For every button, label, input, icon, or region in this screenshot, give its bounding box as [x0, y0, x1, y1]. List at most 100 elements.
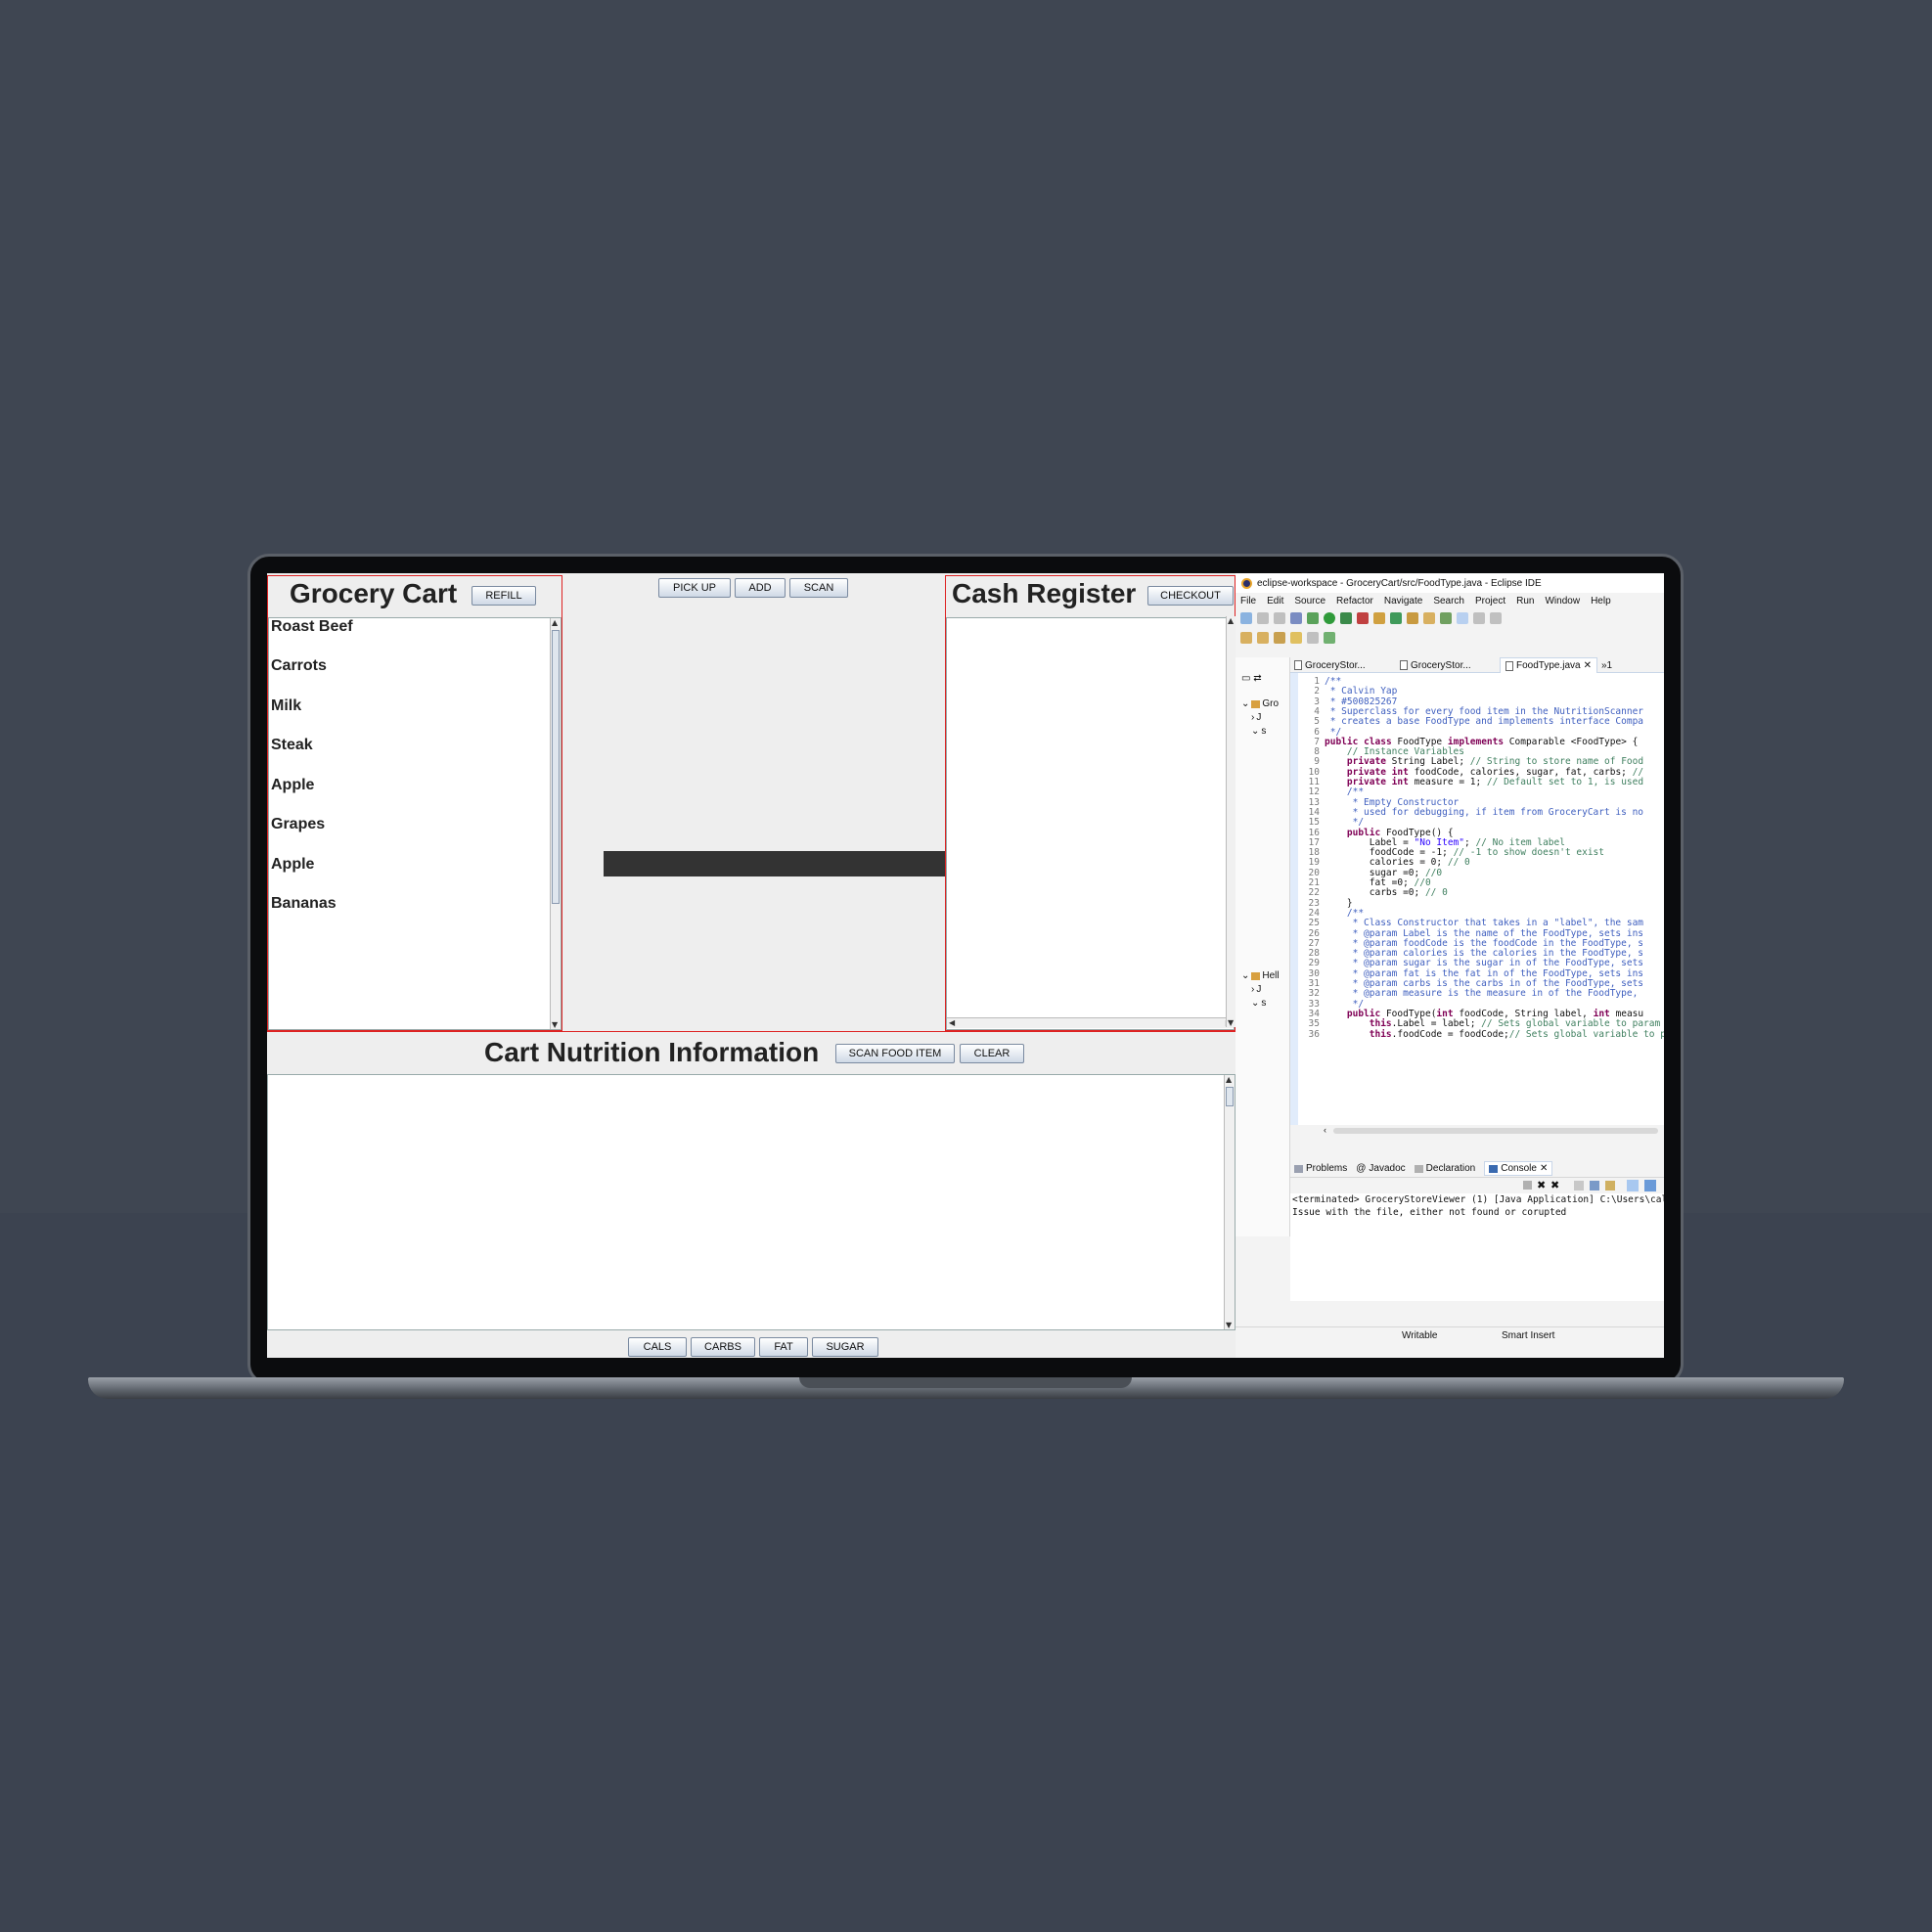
tree-item[interactable]: ⌄ s — [1251, 998, 1266, 1009]
scroll-up-icon[interactable]: ▲ — [1228, 616, 1234, 625]
scrollbar-thumb[interactable] — [552, 630, 560, 904]
clear-console-icon[interactable] — [1574, 1181, 1584, 1191]
scroll-lock-icon[interactable] — [1590, 1181, 1599, 1191]
menu-project[interactable]: Project — [1475, 596, 1505, 607]
tree-item[interactable]: ⌄ s — [1251, 726, 1266, 737]
last-edit-icon[interactable] — [1274, 632, 1285, 644]
scan-food-item-button[interactable]: SCAN FOOD ITEM — [835, 1044, 955, 1063]
editor-hscrollbar[interactable]: ‹ — [1290, 1125, 1664, 1137]
menu-navigate[interactable]: Navigate — [1384, 596, 1422, 607]
previous-annotation-icon[interactable] — [1257, 632, 1269, 644]
menu-file[interactable]: File — [1240, 596, 1256, 607]
tab-grocerystore-1[interactable]: GroceryStor... — [1294, 657, 1366, 673]
remove-launch-icon[interactable]: ✖ — [1537, 1179, 1546, 1191]
console-output[interactable]: <terminated> GroceryStoreViewer (1) [Jav… — [1290, 1193, 1664, 1301]
tree-item[interactable]: › J — [1251, 712, 1261, 723]
insert-mode-status: Smart Insert — [1502, 1330, 1555, 1341]
clear-button[interactable]: CLEAR — [960, 1044, 1024, 1063]
code-editor[interactable]: 1/** 2 * Calvin Yap 3 * #500825267 4 * Supe… — [1290, 673, 1664, 1125]
debug-icon[interactable] — [1307, 612, 1319, 624]
skip-breakpoints-icon[interactable] — [1290, 612, 1302, 624]
list-item[interactable]: Bananas — [271, 895, 337, 913]
search-icon[interactable] — [1423, 612, 1435, 624]
new-class-icon[interactable] — [1390, 612, 1402, 624]
tree-item[interactable]: ⌄ Gro — [1241, 698, 1279, 709]
tab-console[interactable]: Console ✕ — [1484, 1161, 1553, 1176]
scroll-up-icon[interactable]: ▲ — [1226, 1075, 1232, 1084]
coverage-icon[interactable] — [1340, 612, 1352, 624]
scan-button[interactable]: SCAN — [789, 578, 848, 598]
remove-all-icon[interactable]: ✖ — [1550, 1179, 1559, 1191]
terminate-icon[interactable] — [1523, 1181, 1532, 1190]
show-whitespace-icon[interactable] — [1490, 612, 1502, 624]
new-file-icon[interactable] — [1240, 612, 1252, 624]
fat-button[interactable]: FAT — [759, 1337, 808, 1357]
menu-help[interactable]: Help — [1591, 596, 1611, 607]
carbs-button[interactable]: CARBS — [691, 1337, 755, 1357]
sugar-button[interactable]: SUGAR — [812, 1337, 878, 1357]
tree-item[interactable]: ⌄ Hell — [1241, 970, 1280, 981]
close-icon[interactable]: ✕ — [1540, 1163, 1548, 1174]
scrollbar-thumb[interactable] — [1226, 1087, 1234, 1106]
list-item[interactable]: Milk — [271, 697, 301, 715]
annotation-icon[interactable] — [1440, 612, 1452, 624]
nutrition-scrollbar[interactable]: ▲ ▼ — [1224, 1075, 1235, 1329]
collapse-all-icon[interactable]: ▭ ⇄ — [1241, 673, 1262, 684]
list-item[interactable]: Roast Beef — [271, 618, 353, 636]
tab-foodtype[interactable]: FoodType.java ✕ — [1500, 657, 1597, 673]
cart-list-scrollbar[interactable]: ▲ ▼ — [550, 618, 561, 1029]
external-tools-icon[interactable] — [1357, 612, 1369, 624]
pick-up-button[interactable]: PICK UP — [658, 578, 731, 598]
menu-window[interactable]: Window — [1545, 596, 1580, 607]
tab-javadoc[interactable]: @ Javadoc — [1356, 1163, 1405, 1174]
nutrition-text-area[interactable]: ▲ ▼ — [267, 1074, 1236, 1330]
next-annotation-icon[interactable] — [1240, 632, 1252, 644]
run-icon[interactable] — [1324, 612, 1335, 624]
cals-button[interactable]: CALS — [628, 1337, 687, 1357]
tab-declaration[interactable]: Declaration — [1414, 1163, 1476, 1174]
open-perspective-icon[interactable] — [1324, 632, 1335, 644]
block-select-icon[interactable] — [1473, 612, 1485, 624]
tree-item-label: s — [1261, 998, 1267, 1009]
status-bar: Writable Smart Insert — [1236, 1326, 1664, 1346]
tab-label: GroceryStor... — [1411, 659, 1471, 671]
menu-edit[interactable]: Edit — [1267, 596, 1283, 607]
register-hscrollbar[interactable]: ◀ ▶ — [947, 1017, 1234, 1028]
tab-problems[interactable]: Problems — [1294, 1163, 1347, 1174]
tab-label: Declaration — [1425, 1163, 1476, 1174]
tree-item[interactable]: › J — [1251, 984, 1261, 995]
save-icon[interactable] — [1257, 612, 1269, 624]
tab-overflow[interactable]: »1 — [1601, 657, 1612, 673]
menu-search[interactable]: Search — [1433, 596, 1464, 607]
close-icon[interactable]: ✕ — [1584, 660, 1592, 671]
menu-refactor[interactable]: Refactor — [1336, 596, 1373, 607]
save-all-icon[interactable] — [1274, 612, 1285, 624]
highlight-icon[interactable] — [1457, 612, 1468, 624]
tab-grocerystore-2[interactable]: GroceryStor... — [1400, 657, 1471, 673]
list-item[interactable]: Steak — [271, 737, 313, 754]
new-package-icon[interactable] — [1373, 612, 1385, 624]
list-item[interactable]: Carrots — [271, 657, 327, 675]
editor-tabs: GroceryStor... GroceryStor... FoodType.j… — [1290, 657, 1664, 673]
checkout-button[interactable]: CHECKOUT — [1147, 586, 1234, 606]
scrollbar-thumb[interactable] — [1333, 1128, 1658, 1134]
scroll-left-icon[interactable]: ◀ — [949, 1018, 955, 1027]
scroll-down-icon[interactable]: ▼ — [1228, 1018, 1234, 1027]
scroll-left-icon[interactable]: ‹ — [1324, 1125, 1326, 1135]
list-item[interactable]: Apple — [271, 856, 314, 874]
forward-icon[interactable] — [1307, 632, 1319, 644]
list-item[interactable]: Grapes — [271, 816, 325, 833]
menu-run[interactable]: Run — [1516, 596, 1534, 607]
scroll-down-icon[interactable]: ▼ — [1226, 1321, 1232, 1329]
open-type-icon[interactable] — [1407, 612, 1418, 624]
display-console-icon[interactable] — [1644, 1180, 1656, 1191]
word-wrap-icon[interactable] — [1605, 1181, 1615, 1191]
list-item[interactable]: Apple — [271, 777, 314, 794]
scroll-up-icon[interactable]: ▲ — [552, 618, 558, 627]
refill-button[interactable]: REFILL — [472, 586, 536, 606]
menu-source[interactable]: Source — [1294, 596, 1325, 607]
back-icon[interactable] — [1290, 632, 1302, 644]
add-button[interactable]: ADD — [735, 578, 786, 598]
pin-console-icon[interactable] — [1627, 1180, 1639, 1191]
scroll-down-icon[interactable]: ▼ — [552, 1020, 558, 1029]
